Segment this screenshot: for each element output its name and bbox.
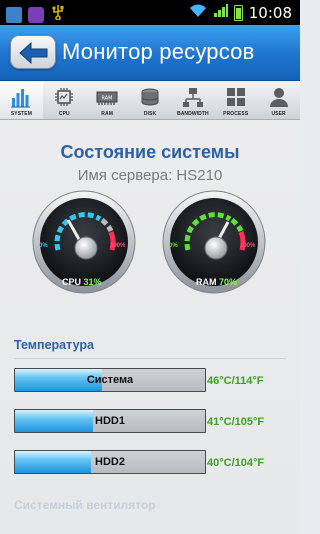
tab-user[interactable]: USER — [257, 82, 300, 119]
cpu-gauge-label: CPU 31% — [62, 277, 102, 287]
ram-module-icon: RAM — [96, 91, 118, 105]
tab-label: BANDWIDTH — [177, 111, 209, 117]
wifi-icon — [189, 3, 207, 23]
tab-system[interactable]: SYSTEM — [0, 82, 43, 119]
tab-label: SYSTEM — [10, 111, 33, 117]
gallery-icon — [6, 6, 22, 23]
tab-bandwidth[interactable]: BANDWIDTH — [171, 82, 214, 119]
temperature-title: Температура — [14, 338, 94, 352]
content-area[interactable]: Состояние системы Имя сервера: HS210 0% … — [0, 120, 300, 534]
tab-label: PROCESS — [223, 111, 249, 117]
tab-label: RAM — [101, 111, 113, 117]
system-status-heading: Состояние системы — [60, 142, 240, 162]
back-button[interactable] — [10, 35, 56, 69]
disk-icon — [141, 88, 159, 106]
page-title: Монитор ресурсов — [62, 39, 255, 64]
tab-label: CPU — [58, 111, 70, 117]
app-header: Монитор ресурсов — [0, 25, 300, 81]
signal-icon — [213, 3, 228, 23]
temp-bar-system: Система — [14, 368, 206, 392]
temp-name: Система — [86, 374, 134, 386]
cpu-chip-icon — [55, 88, 74, 106]
cpu-min-label: 0% — [39, 243, 48, 249]
tab-ram[interactable]: RAM RAM — [86, 82, 129, 119]
section-divider — [14, 358, 286, 359]
temp-value: 40°C/104°F — [207, 457, 265, 469]
temp-name: HDD1 — [95, 415, 125, 427]
ram-value: 70% — [219, 277, 238, 287]
temp-value: 46°C/114°F — [207, 375, 264, 387]
temp-bar-hdd2: HDD2 — [14, 450, 206, 474]
process-grid-icon — [226, 88, 245, 106]
ram-min-label: 0% — [169, 243, 178, 249]
user-icon — [269, 88, 288, 107]
temp-bar-hdd1: HDD1 — [14, 409, 206, 433]
clock-time: 10:08 — [248, 4, 292, 22]
usb-icon — [50, 4, 66, 25]
svg-text:RAM: RAM — [102, 96, 113, 102]
ram-gauge-label: RAM 70% — [196, 277, 237, 287]
cpu-value: 31% — [83, 277, 102, 287]
cpu-max-label: 100% — [110, 243, 126, 249]
ram-label: RAM — [196, 277, 217, 287]
tab-disk[interactable]: DISK — [129, 82, 172, 119]
battery-icon — [233, 5, 243, 21]
ram-max-label: 100% — [240, 243, 256, 249]
tab-label: DISK — [143, 111, 157, 117]
bar-chart-icon — [11, 89, 31, 108]
network-icon — [182, 88, 203, 107]
arrow-left-icon — [19, 41, 48, 65]
cpu-label: CPU — [62, 277, 82, 287]
tab-cpu[interactable]: CPU — [43, 82, 86, 119]
temp-value: 41°C/105°F — [207, 416, 265, 428]
tab-process[interactable]: PROCESS — [214, 82, 257, 119]
tab-bar: SYSTEM CPU RAM RAM DISK BANDWIDTH PROCES… — [0, 82, 300, 120]
system-fan-title: Системный вентилятор — [14, 498, 156, 512]
status-bar: 10:08 — [0, 0, 300, 25]
temp-name: HDD2 — [95, 456, 125, 468]
tab-label: USER — [271, 111, 286, 117]
server-name: Имя сервера: HS210 — [77, 167, 223, 184]
app-icon — [28, 6, 44, 23]
